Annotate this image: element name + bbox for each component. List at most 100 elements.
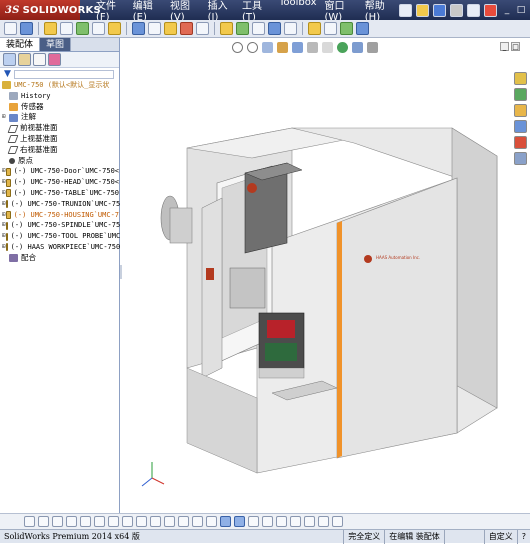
hide-show-items-icon[interactable] xyxy=(322,42,333,53)
tree-item-door[interactable]: ⊞ (-) UMC-750-Door`UMC-750< xyxy=(2,166,119,177)
view-orientation-icon[interactable] xyxy=(292,42,303,53)
view-palette-icon[interactable] xyxy=(514,120,527,133)
explode-line-sketch-icon[interactable] xyxy=(236,22,249,35)
doc-minimize-icon[interactable]: _ xyxy=(500,42,509,51)
tree-item-history[interactable]: History xyxy=(2,91,119,102)
hidden-lines-icon[interactable] xyxy=(262,516,273,527)
appearances-icon[interactable] xyxy=(514,136,527,149)
solidworks-logo[interactable]: 3S SOLIDWORKS xyxy=(0,0,101,20)
doc-restore-icon[interactable]: □ xyxy=(511,42,520,51)
restore-icon[interactable]: □ xyxy=(515,4,527,16)
print-icon[interactable] xyxy=(450,3,463,17)
ambient-occlusion-icon[interactable] xyxy=(304,516,315,527)
zoom-icon[interactable] xyxy=(20,22,33,35)
perspective-icon[interactable] xyxy=(276,516,287,527)
status-custom[interactable]: 自定义 xyxy=(483,529,517,544)
interference-detection-icon[interactable] xyxy=(252,22,265,35)
display-style-icon[interactable] xyxy=(307,42,318,53)
realview-icon[interactable] xyxy=(318,516,329,527)
take-snapshot-icon[interactable] xyxy=(340,22,353,35)
large-assembly-mode-icon[interactable] xyxy=(356,22,369,35)
shadows-icon[interactable] xyxy=(290,516,301,527)
undo-icon[interactable] xyxy=(467,3,480,17)
tree-item-annotations[interactable]: ⊞ 注解 xyxy=(2,112,119,123)
filter-input[interactable] xyxy=(13,69,114,79)
hole-alignment-icon[interactable] xyxy=(284,22,297,35)
tree-item-right-plane[interactable]: 右视基准面 xyxy=(2,145,119,156)
new-document-icon[interactable] xyxy=(399,3,412,17)
cartoon-icon[interactable] xyxy=(332,516,343,527)
move-component-icon[interactable] xyxy=(108,22,121,35)
speedpak-icon[interactable] xyxy=(324,22,337,35)
reference-geometry-icon[interactable] xyxy=(164,22,177,35)
tree-filter[interactable]: ▼ xyxy=(0,68,119,80)
linear-pattern-icon[interactable] xyxy=(76,22,89,35)
configuration-manager-icon[interactable] xyxy=(33,53,46,66)
view-settings-icon[interactable] xyxy=(367,42,378,53)
circle-icon[interactable] xyxy=(38,516,49,527)
centerline-icon[interactable] xyxy=(136,516,147,527)
apply-scene-icon[interactable] xyxy=(352,42,363,53)
feature-manager-tree-icon[interactable] xyxy=(3,53,16,66)
shaded-edges-icon[interactable] xyxy=(220,516,231,527)
tree-item-front-plane[interactable]: 前视基准面 xyxy=(2,123,119,134)
extend-icon[interactable] xyxy=(164,516,175,527)
machine-model[interactable]: HAAS Automation Inc. xyxy=(122,38,514,513)
polygon-icon[interactable] xyxy=(108,516,119,527)
open-folder-icon[interactable] xyxy=(416,3,429,17)
assembly-features-icon[interactable] xyxy=(148,22,161,35)
bill-of-materials-icon[interactable] xyxy=(196,22,209,35)
tree-item-mates[interactable]: 配合 xyxy=(2,253,119,264)
tree-item-table[interactable]: ⊞ (-) UMC-750-TABLE`UMC-750 xyxy=(2,188,119,199)
mate-icon[interactable] xyxy=(60,22,73,35)
tab-assembly[interactable]: 装配体 xyxy=(0,38,41,51)
new-motion-study-icon[interactable] xyxy=(180,22,193,35)
mirror-icon[interactable] xyxy=(192,516,203,527)
tree-item-workpiece[interactable]: ⊞ (-) HAAS WORKPIECE`UMC-750 xyxy=(2,242,120,253)
insert-component-icon[interactable] xyxy=(44,22,57,35)
property-manager-icon[interactable] xyxy=(18,53,31,66)
smart-fasteners-icon[interactable] xyxy=(92,22,105,35)
expand-toggle-icon[interactable]: ⊞ xyxy=(2,112,9,123)
edit-appearance-icon[interactable] xyxy=(337,42,348,53)
instant3d-icon[interactable] xyxy=(308,22,321,35)
tree-item-tool-probe[interactable]: ⊞ (-) UMC-750-TOOL PROBE`UMC xyxy=(2,231,120,242)
tab-sketch[interactable]: 草图 xyxy=(40,38,72,51)
tree-item-spindle[interactable]: ⊞ (-) UMC-750-SPINDLE`UMC-75 xyxy=(2,220,120,231)
spline-icon[interactable] xyxy=(66,516,77,527)
pattern-icon[interactable] xyxy=(206,516,217,527)
point-icon[interactable] xyxy=(122,516,133,527)
save-icon[interactable] xyxy=(433,3,446,17)
offset-icon[interactable] xyxy=(178,516,189,527)
tree-item-housing[interactable]: ⊞ (-) UMC-750-HOUSING`UMC-7 xyxy=(2,210,119,221)
zoom-area-icon[interactable] xyxy=(247,42,258,53)
tree-item-origin[interactable]: 原点 xyxy=(2,156,119,167)
zoom-to-fit-icon[interactable] xyxy=(232,42,243,53)
solidworks-resources-icon[interactable] xyxy=(514,72,527,85)
filter-icon[interactable]: ▼ xyxy=(4,69,11,79)
custom-properties-icon[interactable] xyxy=(514,152,527,165)
tree-item-trunion[interactable]: ⊞ (-) UMC-750-TRUNION`UMC-75 xyxy=(2,199,120,210)
trim-icon[interactable] xyxy=(150,516,161,527)
tree-item-head[interactable]: ⊞ (-) UMC-750-HEAD`UMC-750< xyxy=(2,177,119,188)
shaded-icon[interactable] xyxy=(234,516,245,527)
tree-root[interactable]: UMC-750 (默认<默认_显示状 xyxy=(2,80,119,91)
graphics-area[interactable]: HAAS Automation Inc. xyxy=(122,38,514,513)
sketch-icon[interactable] xyxy=(80,516,91,527)
previous-view-icon[interactable] xyxy=(262,42,273,53)
wireframe-icon[interactable] xyxy=(248,516,259,527)
design-library-icon[interactable] xyxy=(514,88,527,101)
arc-icon[interactable] xyxy=(52,516,63,527)
clearance-verification-icon[interactable] xyxy=(268,22,281,35)
rebuild-icon[interactable] xyxy=(484,3,497,17)
tree-item-sensors[interactable]: 传感器 xyxy=(2,102,119,113)
status-help-icon[interactable]: ? xyxy=(516,529,530,544)
line-icon[interactable] xyxy=(24,516,35,527)
show-hidden-icon[interactable] xyxy=(132,22,145,35)
rectangle-icon[interactable] xyxy=(94,516,105,527)
section-view-icon[interactable] xyxy=(277,42,288,53)
minimize-icon[interactable]: _ xyxy=(501,4,513,16)
tree-item-top-plane[interactable]: 上视基准面 xyxy=(2,134,119,145)
display-manager-icon[interactable] xyxy=(48,53,61,66)
select-icon[interactable] xyxy=(4,22,17,35)
